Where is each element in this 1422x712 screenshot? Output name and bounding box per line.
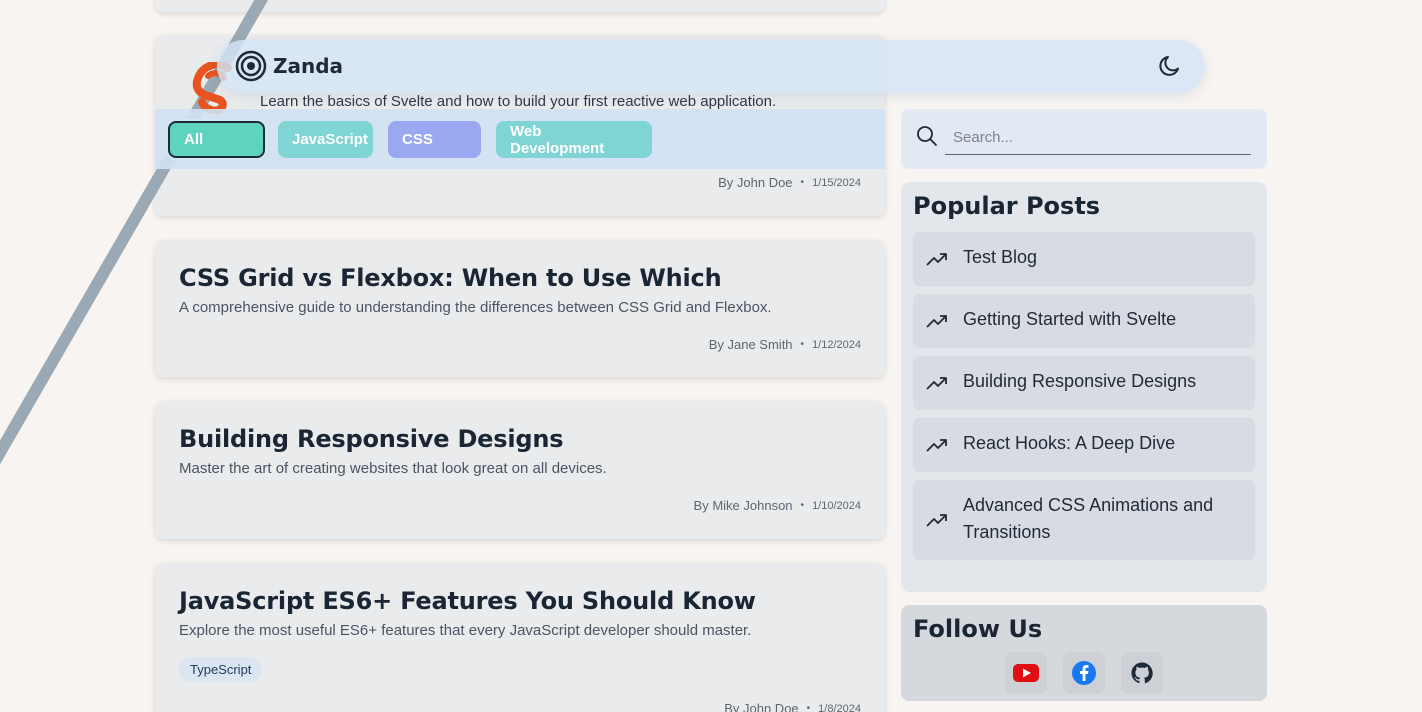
brand[interactable]: Zanda — [235, 50, 343, 82]
post-title[interactable]: CSS Grid vs Flexbox: When to Use Which — [179, 264, 722, 292]
post-author: By Mike Johnson — [693, 498, 793, 513]
meta-separator: • — [800, 177, 805, 188]
top-navbar: Zanda — [217, 40, 1205, 93]
filter-chip-all[interactable]: All — [168, 121, 265, 158]
trending-up-icon — [926, 315, 947, 328]
post-title[interactable]: Building Responsive Designs — [179, 425, 564, 453]
trending-up-icon — [926, 377, 947, 390]
post-author: By Jane Smith — [708, 337, 793, 352]
post-description: Master the art of creating websites that… — [179, 460, 607, 477]
filter-chip-web-development[interactable]: Web Development — [496, 121, 652, 158]
trending-up-icon — [926, 253, 947, 266]
post-date: 1/10/2024 — [812, 499, 861, 512]
popular-post-label: Building Responsive Designs — [963, 371, 1197, 391]
post-author: By John Doe — [718, 175, 793, 190]
post-card[interactable]: JavaScript ES6+ Features You Should Know… — [155, 563, 885, 712]
post-date: 1/8/2024 — [818, 702, 861, 712]
post-author: By John Doe — [724, 701, 799, 712]
popular-post-item[interactable]: Building Responsive Designs — [913, 356, 1255, 410]
facebook-link[interactable] — [1063, 652, 1105, 694]
brand-name: Zanda — [273, 54, 344, 78]
post-tag[interactable]: TypeScript — [179, 657, 263, 682]
category-filter-bar: All JavaScript CSS Web Development — [155, 109, 885, 169]
post-meta: By Mike Johnson • 1/10/2024 — [694, 498, 861, 513]
meta-separator: • — [800, 339, 805, 350]
github-link[interactable] — [1121, 652, 1163, 694]
search-input[interactable] — [945, 121, 1251, 155]
post-date: 1/12/2024 — [812, 338, 861, 351]
trending-up-icon — [926, 514, 947, 527]
youtube-link[interactable] — [1005, 652, 1047, 694]
search-panel — [901, 109, 1267, 169]
filter-chip-label: CSS — [402, 131, 433, 148]
filter-chip-label: All — [184, 131, 204, 148]
popular-posts-panel: Popular Posts Test Blog Getting Started … — [901, 182, 1267, 592]
post-card[interactable]: CSS Grid vs Flexbox: When to Use Which A… — [155, 240, 885, 377]
filter-chip-label: JavaScript — [292, 131, 368, 148]
popular-post-item[interactable]: Test Blog — [913, 232, 1255, 286]
post-title[interactable]: JavaScript ES6+ Features You Should Know — [179, 587, 756, 615]
post-date: 1/15/2024 — [812, 176, 861, 189]
filter-chip-css[interactable]: CSS — [388, 121, 481, 158]
post-meta: By John Doe • 1/8/2024 — [724, 701, 861, 712]
facebook-icon — [1072, 661, 1096, 685]
post-card[interactable]: Building Responsive Designs Master the a… — [155, 401, 885, 539]
moon-icon[interactable] — [1157, 53, 1183, 79]
popular-post-item[interactable]: React Hooks: A Deep Dive — [913, 418, 1255, 472]
meta-separator: • — [806, 703, 811, 712]
filter-chip-label: Web Development — [510, 122, 605, 157]
youtube-icon — [1013, 664, 1039, 682]
post-description: Learn the basics of Svelte and how to bu… — [260, 93, 777, 110]
trending-up-icon — [926, 439, 947, 452]
popular-post-item[interactable]: Advanced CSS Animations and Transitions — [913, 480, 1255, 560]
popular-post-label: Advanced CSS Animations and Transitions — [963, 495, 1214, 542]
popular-post-label: React Hooks: A Deep Dive — [963, 433, 1176, 453]
search-icon — [917, 126, 937, 146]
post-description: Explore the most useful ES6+ features th… — [179, 622, 752, 639]
popular-posts-title: Popular Posts — [913, 192, 1101, 220]
popular-post-item[interactable]: Getting Started with Svelte — [913, 294, 1255, 348]
follow-us-panel: Follow Us — [901, 605, 1267, 701]
meta-separator: • — [800, 500, 805, 511]
post-meta: By John Doe • 1/15/2024 — [718, 175, 861, 190]
follow-us-title: Follow Us — [913, 615, 1043, 643]
filter-chip-javascript[interactable]: JavaScript — [278, 121, 373, 158]
post-meta: By Jane Smith • 1/12/2024 — [709, 337, 861, 352]
target-logo-icon — [235, 50, 267, 82]
post-description: A comprehensive guide to understanding t… — [179, 299, 772, 316]
github-icon — [1131, 662, 1153, 684]
popular-post-label: Getting Started with Svelte — [963, 309, 1177, 329]
popular-post-label: Test Blog — [963, 247, 1038, 267]
